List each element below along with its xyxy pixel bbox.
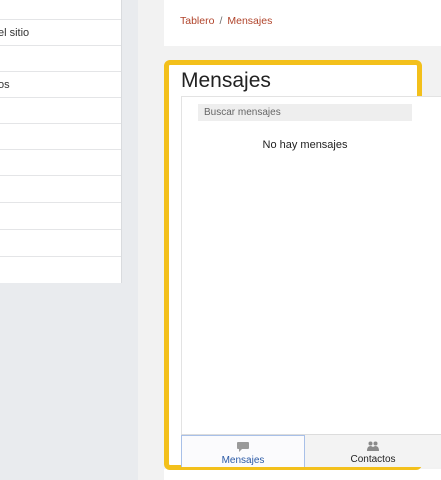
messages-tabbar: Mensajes Contactos [181, 434, 441, 467]
footer-band [164, 469, 441, 480]
users-icon [367, 441, 379, 451]
nav-item[interactable] [0, 256, 121, 282]
nav-item[interactable]: os [0, 71, 121, 97]
search-input[interactable] [198, 104, 412, 121]
empty-state-text: No hay mensajes [262, 139, 348, 151]
tab-contacts-label: Contactos [350, 454, 396, 465]
nav-item[interactable] [0, 149, 121, 175]
nav-item[interactable]: el sitio [0, 19, 121, 45]
nav-item[interactable] [0, 229, 121, 255]
nav-item[interactable] [0, 97, 121, 123]
nav-item-label: os [0, 79, 10, 91]
speech-bubble-icon [237, 442, 249, 452]
breadcrumb-home-link[interactable]: Tablero [180, 15, 214, 27]
breadcrumb: Tablero / Mensajes [180, 15, 272, 27]
nav-item[interactable] [0, 123, 121, 149]
nav-item[interactable] [0, 45, 121, 71]
messages-title: Mensajes [181, 69, 271, 92]
nav-item[interactable] [0, 202, 121, 228]
breadcrumb-current-link[interactable]: Mensajes [227, 15, 272, 27]
nav-panel: el sitio os [0, 0, 122, 283]
breadcrumb-separator: / [219, 15, 223, 27]
tab-messages[interactable]: Mensajes [181, 435, 305, 467]
left-drawer: el sitio os [0, 0, 138, 480]
nav-item[interactable] [0, 175, 121, 201]
messages-panel [181, 96, 441, 466]
tab-messages-label: Mensajes [221, 455, 265, 466]
tab-contacts[interactable]: Contactos [305, 435, 441, 467]
nav-item-label: el sitio [0, 27, 30, 39]
